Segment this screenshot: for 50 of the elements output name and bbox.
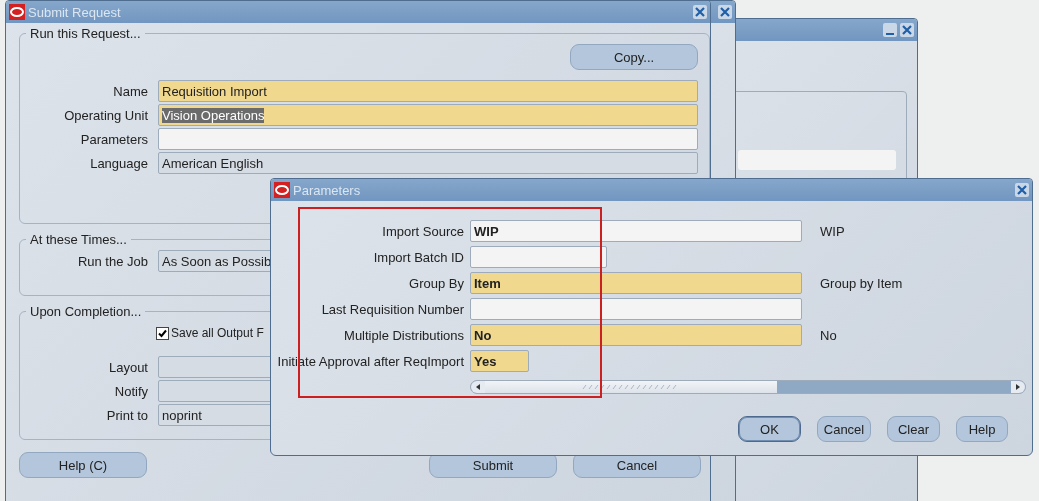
cancel-button[interactable]: Cancel xyxy=(817,416,871,442)
window-title: Submit Request xyxy=(28,4,121,20)
field-label: Import Source xyxy=(381,223,464,239)
field-label: Layout xyxy=(107,359,148,375)
field-description: WIP xyxy=(819,223,846,239)
field-description: Group by Item xyxy=(819,275,904,291)
input-field[interactable] xyxy=(470,246,607,268)
field-label: Language xyxy=(89,155,148,171)
scroll-right-icon[interactable] xyxy=(1011,381,1025,393)
help-button[interactable]: Help (C) xyxy=(19,452,147,478)
field-label: Multiple Distributions xyxy=(343,327,464,343)
checkbox[interactable] xyxy=(156,326,169,340)
field-label: Print to xyxy=(105,407,148,423)
field-label: Notify xyxy=(113,383,148,399)
input-field[interactable] xyxy=(158,128,698,150)
input-field[interactable]: Yes xyxy=(470,350,529,372)
copy-button[interactable]: Copy... xyxy=(570,44,698,70)
input-field[interactable]: American English xyxy=(158,152,698,174)
field-label: Operating Unit xyxy=(63,107,148,123)
field-description: No xyxy=(819,327,838,343)
field-label: Name xyxy=(112,83,148,99)
field-label: Import Batch ID xyxy=(372,249,464,265)
minimize-icon[interactable] xyxy=(883,23,897,37)
window-title: Parameters xyxy=(293,182,361,198)
oracle-icon xyxy=(9,4,25,20)
input-field[interactable]: No xyxy=(470,324,802,346)
input-field[interactable]: Requisition Import xyxy=(158,80,698,102)
checkbox-label: Save all Output F xyxy=(171,326,264,340)
input-field[interactable]: Vision Operations xyxy=(158,104,698,126)
field-label: Group By xyxy=(408,275,464,291)
help-button[interactable]: Help xyxy=(956,416,1008,442)
input-field[interactable] xyxy=(470,298,802,320)
close-icon[interactable] xyxy=(900,23,914,37)
input-field[interactable]: WIP xyxy=(470,220,802,242)
input-field[interactable]: Item xyxy=(470,272,802,294)
field-label: Last Requisition Number xyxy=(320,301,464,317)
field-label: Run the Job xyxy=(76,253,148,269)
group-title: Run this Request... xyxy=(29,26,142,41)
field-label: Parameters xyxy=(79,131,148,147)
close-icon[interactable] xyxy=(1015,183,1029,197)
group-title: Upon Completion... xyxy=(29,304,143,319)
horizontal-scrollbar[interactable] xyxy=(470,380,1026,394)
close-icon[interactable] xyxy=(718,5,732,19)
clear-button[interactable]: Clear xyxy=(887,416,940,442)
oracle-icon xyxy=(274,182,290,198)
close-icon[interactable] xyxy=(693,5,707,19)
ok-button[interactable]: OK xyxy=(738,416,801,442)
group-title: At these Times... xyxy=(29,232,128,247)
scroll-left-icon[interactable] xyxy=(471,381,485,393)
input-field[interactable] xyxy=(738,150,896,170)
